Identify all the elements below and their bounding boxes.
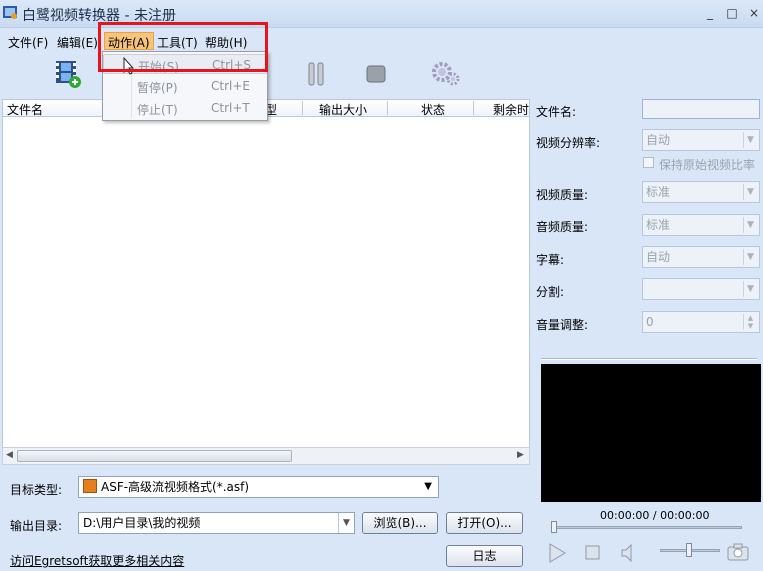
horizontal-scrollbar[interactable]: ◀ ▶ (2, 447, 530, 465)
format-icon (83, 479, 97, 493)
close-button[interactable]: × (744, 5, 763, 21)
subtitle-select[interactable]: 自动 ▼ (642, 246, 760, 268)
volume-icon[interactable] (620, 543, 636, 563)
output-dir-field[interactable]: D:\用户目录\我的视频 ▼ (78, 512, 355, 534)
audio-quality-select[interactable]: 标准 ▼ (642, 214, 760, 236)
column-divider[interactable] (473, 101, 474, 115)
volume-slider-thumb[interactable] (686, 543, 692, 557)
target-type-select[interactable]: ASF-高级流视频格式(*.asf) ▼ (78, 476, 439, 498)
subtitle-value: 自动 (646, 250, 671, 264)
settings-button[interactable] (430, 58, 462, 90)
menu-item-stop-label: 停止(T) (137, 103, 178, 117)
open-button[interactable]: 打开(O)... (446, 512, 523, 534)
keep-ratio-label: 保持原始视频比率 (659, 158, 756, 172)
column-divider[interactable] (302, 101, 303, 115)
visit-egretsoft-link[interactable]: 访问Egretsoft获取更多相关内容 (10, 552, 184, 569)
menu-file[interactable]: 文件(F) (8, 34, 48, 51)
stop-icon[interactable] (584, 544, 602, 562)
audio-quality-label: 音频质量: (536, 220, 589, 234)
video-quality-select[interactable]: 标准 ▼ (642, 181, 760, 203)
add-video-button[interactable] (52, 58, 84, 90)
menu-item-pause-shortcut: Ctrl+E (211, 79, 250, 93)
play-icon[interactable] (546, 542, 568, 564)
menu-edit[interactable]: 编辑(E) (57, 34, 98, 51)
video-quality-value: 标准 (646, 185, 671, 199)
add-video-icon (56, 61, 81, 88)
keep-ratio-checkbox[interactable] (643, 157, 654, 168)
column-output-size[interactable]: 输出大小 (319, 101, 367, 118)
divider (541, 358, 757, 360)
camera-icon[interactable] (727, 543, 749, 561)
filename-field[interactable] (642, 99, 760, 119)
stop-icon (366, 65, 386, 83)
spinner-arrows-icon[interactable]: ▲ ▼ (743, 314, 757, 330)
scroll-left-icon[interactable]: ◀ (6, 450, 13, 460)
file-list[interactable] (2, 117, 530, 447)
dropdown-arrow-icon: ▼ (743, 281, 757, 297)
browse-button[interactable]: 浏览(B)... (362, 512, 438, 534)
dropdown-arrow-icon: ▼ (424, 481, 432, 492)
column-divider[interactable] (387, 101, 388, 115)
scroll-right-icon[interactable]: ▶ (517, 450, 524, 460)
column-filename[interactable]: 文件名 (7, 101, 43, 118)
resolution-value: 自动 (646, 133, 671, 147)
volume-label: 音量调整: (536, 318, 589, 332)
log-button[interactable]: 日志 (446, 545, 523, 567)
menu-item-stop[interactable]: 停止(T) Ctrl+T (103, 98, 267, 118)
dropdown-arrow-icon: ▼ (743, 217, 757, 233)
highlight-box (98, 22, 268, 72)
scrollbar-thumb[interactable] (17, 450, 292, 462)
dropdown-arrow-icon: ▼ (743, 132, 757, 148)
filename-label: 文件名: (536, 105, 577, 119)
output-dir-value: D:\用户目录\我的视频 (83, 516, 201, 530)
volume-value: 0 (646, 315, 654, 329)
seek-thumb[interactable] (551, 521, 557, 533)
minimize-button[interactable]: _ (700, 5, 720, 21)
stop-button[interactable] (360, 58, 392, 90)
menu-item-pause-label: 暂停(P) (137, 81, 178, 95)
split-select[interactable]: ▼ (642, 278, 760, 300)
app-icon (3, 6, 17, 19)
output-dir-label: 输出目录: (10, 519, 63, 533)
subtitle-label: 字幕: (536, 253, 565, 267)
split-label: 分割: (536, 285, 565, 299)
gear-icon (432, 62, 460, 86)
resolution-select[interactable]: 自动 ▼ (642, 129, 760, 151)
seek-bar[interactable] (552, 526, 742, 529)
dropdown-arrow-icon: ▼ (743, 249, 757, 265)
audio-quality-value: 标准 (646, 218, 671, 232)
dropdown-arrow-icon: ▼ (743, 184, 757, 200)
pause-icon (308, 62, 324, 86)
volume-spinner[interactable]: 0 ▲ ▼ (642, 311, 760, 333)
pause-button[interactable] (300, 58, 332, 90)
video-quality-label: 视频质量: (536, 188, 589, 202)
column-remaining[interactable]: 剩余时 (493, 101, 529, 118)
time-display: 00:00:00 / 00:00:00 (600, 509, 710, 522)
target-type-label: 目标类型: (10, 483, 63, 497)
dropdown-arrow-icon[interactable]: ▼ (338, 513, 354, 533)
video-preview (541, 364, 761, 502)
column-status[interactable]: 状态 (421, 101, 445, 118)
resolution-label: 视频分辨率: (536, 136, 601, 150)
menu-item-pause[interactable]: 暂停(P) Ctrl+E (103, 76, 267, 96)
target-type-value: ASF-高级流视频格式(*.asf) (101, 480, 250, 494)
menu-item-stop-shortcut: Ctrl+T (211, 101, 250, 115)
maximize-button[interactable]: □ (722, 5, 742, 21)
